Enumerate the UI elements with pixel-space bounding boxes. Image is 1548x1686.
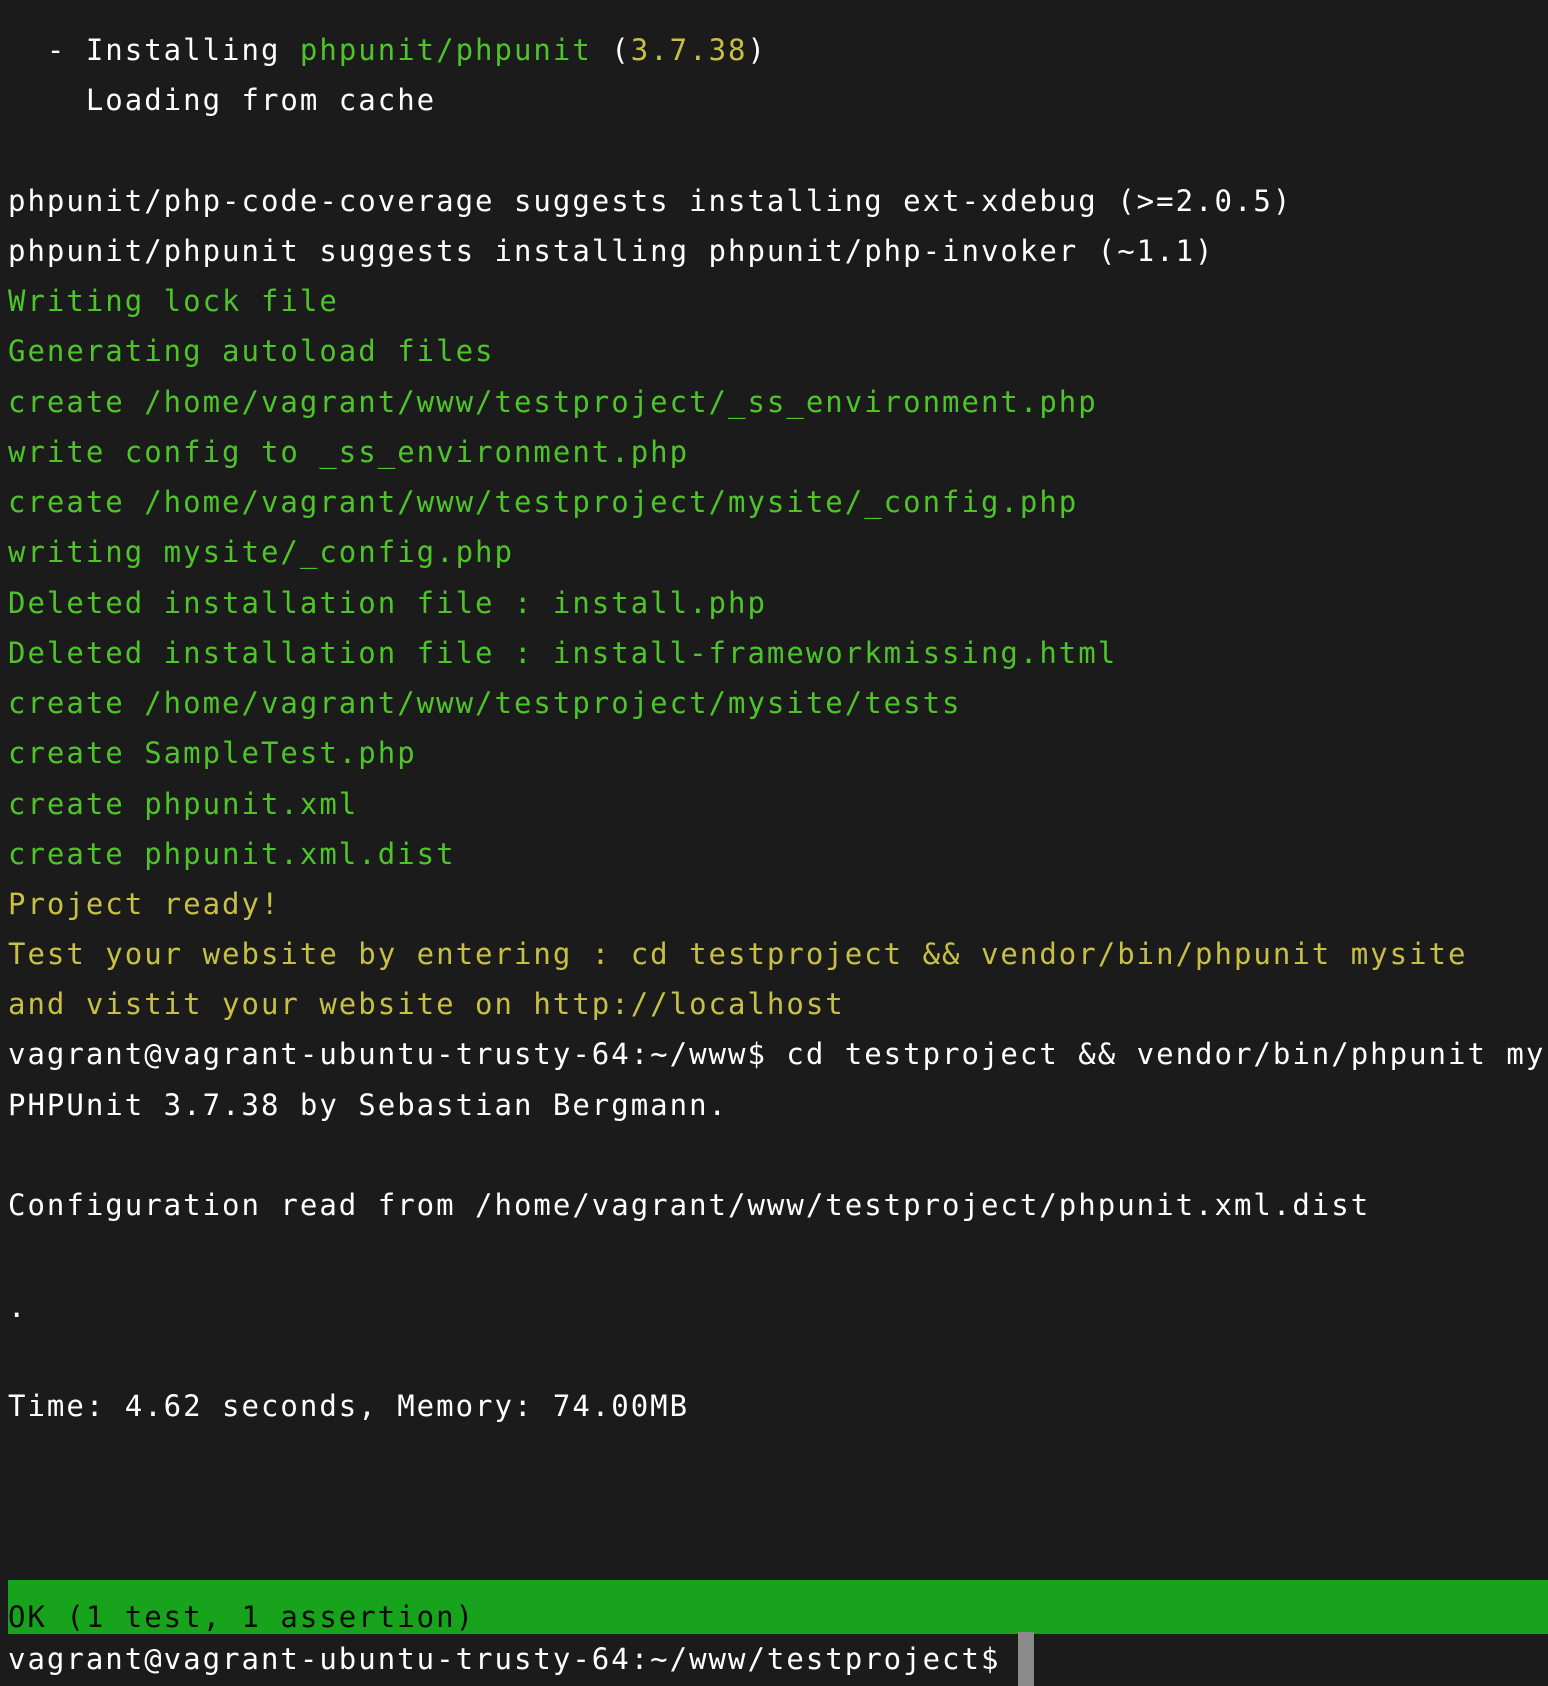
config-read-line: Configuration read from /home/vagrant/ww… [8, 1188, 1371, 1222]
create-sample-line: create SampleTest.php [8, 736, 417, 770]
terminal-window[interactable]: - Installing phpunit/phpunit (3.7.38) Lo… [0, 0, 1548, 1686]
create-config-line: create /home/vagrant/www/testproject/mys… [8, 485, 1079, 519]
create-env-line: create /home/vagrant/www/testproject/_ss… [8, 385, 1098, 419]
install-paren-close: ) [747, 33, 767, 67]
final-prompt-line[interactable]: vagrant@vagrant-ubuntu-trusty-64:~/www/t… [8, 1632, 1035, 1686]
test-website-line: Test your website by entering : cd testp… [8, 937, 1468, 971]
create-phpunit-dist-line: create phpunit.xml.dist [8, 837, 456, 871]
suggest-line-2: phpunit/phpunit suggests installing phpu… [8, 234, 1215, 268]
deleted-install-line: Deleted installation file : install.php [8, 586, 767, 620]
project-ready-line: Project ready! [8, 887, 281, 921]
install-paren-open: ( [591, 33, 631, 67]
create-phpunit-xml-line: create phpunit.xml [8, 787, 359, 821]
install-package: phpunit/phpunit [299, 33, 592, 67]
generating-autoload-line: Generating autoload files [8, 334, 495, 368]
write-config-line: write config to _ss_environment.php [8, 435, 690, 469]
install-version: 3.7.38 [630, 33, 748, 67]
progress-dot: . [8, 1290, 28, 1324]
suggest-line-1: phpunit/php-code-coverage suggests insta… [8, 184, 1293, 218]
create-tests-line: create /home/vagrant/www/testproject/mys… [8, 686, 962, 720]
writing-lock-line: Writing lock file [8, 284, 339, 318]
install-prefix: - Installing [8, 33, 300, 67]
install-line: - Installing phpunit/phpunit (3.7.38) [8, 23, 767, 77]
deleted-framework-line: Deleted installation file : install-fram… [8, 636, 1118, 670]
loading-cache-line: Loading from cache [8, 83, 437, 117]
text-cursor [1018, 1632, 1035, 1686]
final-prompt-text: vagrant@vagrant-ubuntu-trusty-64:~/www/t… [8, 1642, 1001, 1676]
writing-config-line: writing mysite/_config.php [8, 535, 514, 569]
phpunit-banner-line: PHPUnit 3.7.38 by Sebastian Bergmann. [8, 1088, 729, 1122]
prompt-command-line: vagrant@vagrant-ubuntu-trusty-64:~/www$ … [8, 1037, 1548, 1071]
visit-website-line: and vistit your website on http://localh… [8, 987, 845, 1021]
time-memory-line: Time: 4.62 seconds, Memory: 74.00MB [8, 1389, 690, 1423]
